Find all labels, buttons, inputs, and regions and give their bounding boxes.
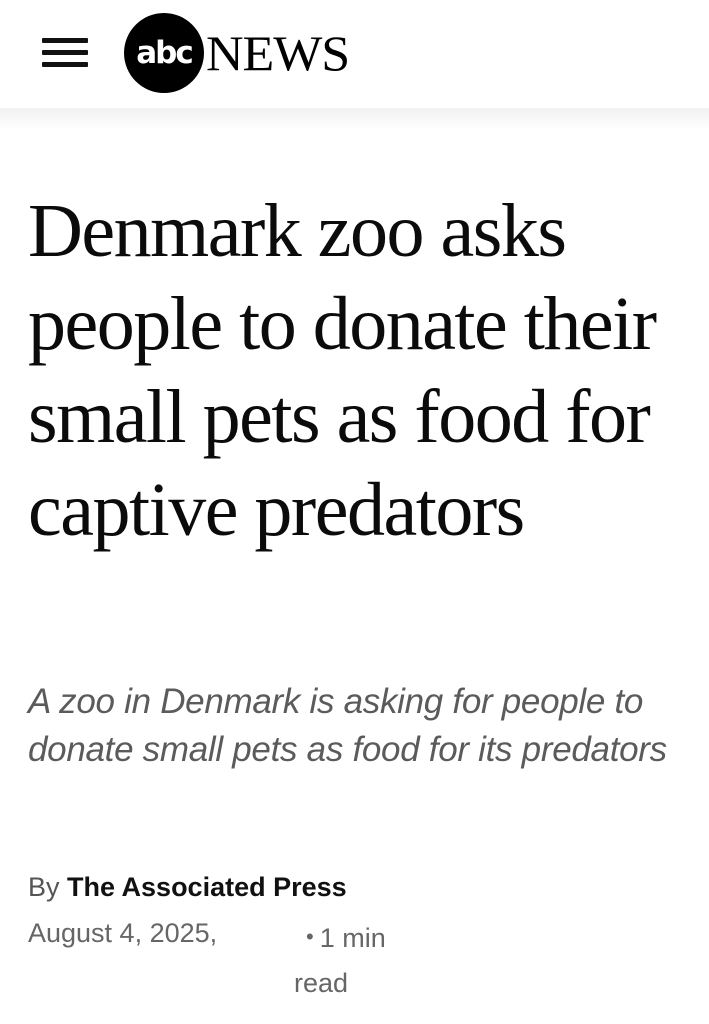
hamburger-menu-icon[interactable] <box>40 34 90 72</box>
separator-dot: • <box>306 924 314 949</box>
author-link[interactable]: The Associated Press <box>67 872 347 902</box>
byline-prefix: By <box>28 872 60 902</box>
logo-news-word: NEWS <box>206 25 350 81</box>
menu-bar <box>42 50 88 55</box>
site-header: abc NEWS <box>0 0 709 108</box>
menu-bar <box>42 38 88 43</box>
article-headline: Denmark zoo asks people to donate their … <box>28 189 657 552</box>
read-time: • 1 min read <box>294 914 414 1006</box>
byline: By The Associated Press <box>28 872 347 903</box>
header-divider <box>0 108 709 130</box>
menu-bar <box>42 62 88 67</box>
abc-news-logo[interactable]: abc NEWS <box>124 12 350 94</box>
read-time-suffix: read <box>294 968 349 998</box>
read-time-number: 1 min <box>319 923 386 953</box>
publish-date: August 4, 2025, <box>28 918 218 948</box>
article-subheadline: A zoo in Denmark is asking for people to… <box>28 682 667 769</box>
abc-logo-circle: abc <box>124 13 204 93</box>
